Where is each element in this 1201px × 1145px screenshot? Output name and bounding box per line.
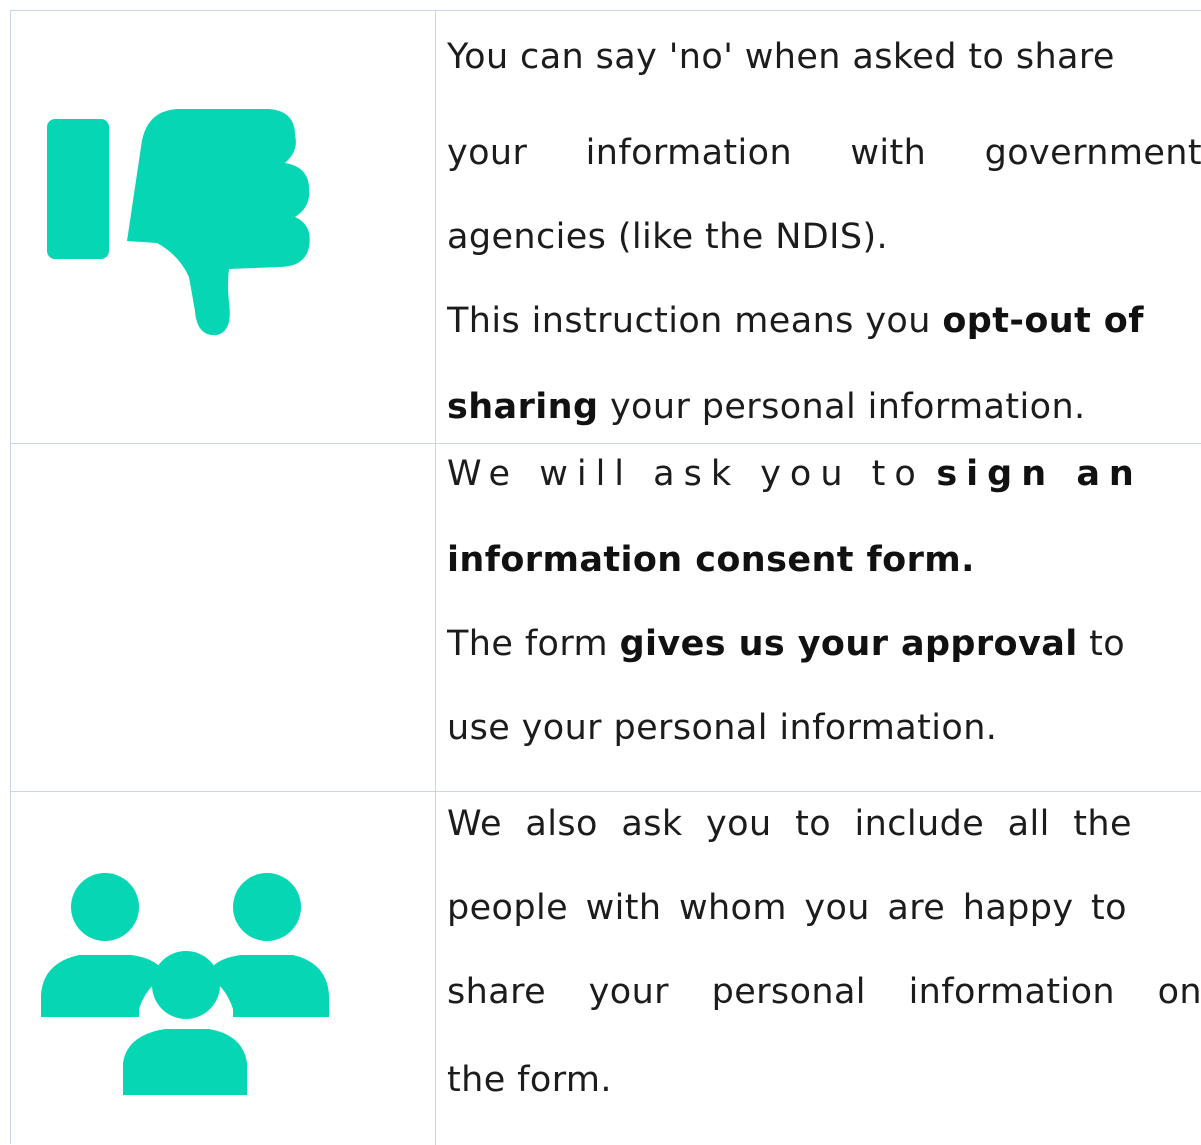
text-run: your personal information. [609,387,1086,427]
word: information [585,133,793,173]
text-line: The form gives us your approval to [447,624,1125,664]
text-cell: We also ask you to include all the peopl… [447,792,1201,1145]
text-line: sharing your personal information. [447,387,1086,427]
bold-run: information consent form. [447,540,975,580]
text-line: people with whom you are happy to [447,888,1127,928]
table-row: We will ask you to sign an information c… [11,444,1201,792]
word: your [588,972,669,1012]
table-row: You can say 'no' when asked to share you… [11,11,1201,444]
text-run: to [1089,624,1126,664]
word: information [908,972,1115,1012]
table-row: We also ask you to include all the peopl… [11,792,1201,1145]
text-line: We will ask you to sign an [447,454,1143,494]
bold-run: opt-out of [942,301,1144,341]
word: on [1157,972,1201,1012]
word: your [447,133,528,173]
thumbs-down-icon [47,109,310,336]
text-cell: We will ask you to sign an information c… [447,444,1201,791]
bold-run: sharing [447,387,599,427]
bold-run: sign an [936,454,1143,494]
info-table: You can say 'no' when asked to share you… [10,10,1201,1145]
group-icon [41,873,329,1095]
text-line: We also ask you to include all the [447,804,1132,844]
text-line: your information with government [447,133,1201,173]
icon-cell [11,11,436,443]
text-line: agencies (like the NDIS). [447,217,889,257]
word: government [984,133,1201,173]
bold-run: gives us your approval [619,624,1078,664]
word: with [850,133,927,173]
text-line: This instruction means you opt-out of [447,301,1144,341]
text-line: You can say 'no' when asked to share [447,37,1115,77]
text-line: the form. [447,1060,612,1100]
word: share [447,972,547,1012]
text-line: information consent form. [447,540,975,580]
icon-cell [11,792,436,1145]
text-run: This instruction means you [447,301,931,341]
text-run: The form [447,624,609,664]
text-run: We will ask you to [447,454,925,494]
icon-cell [11,444,436,791]
word: personal [711,972,866,1012]
text-line: share your personal information on [447,972,1201,1012]
text-line: use your personal information. [447,708,998,748]
text-cell: You can say 'no' when asked to share you… [447,11,1201,443]
